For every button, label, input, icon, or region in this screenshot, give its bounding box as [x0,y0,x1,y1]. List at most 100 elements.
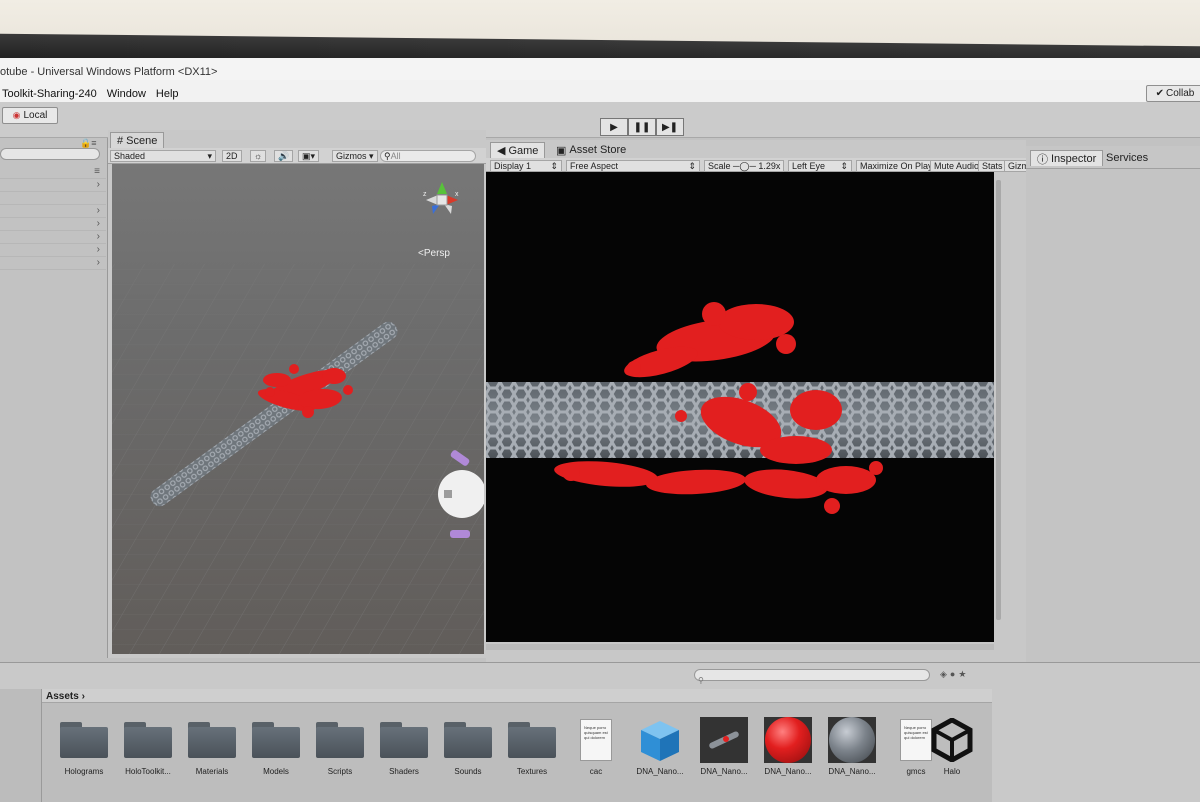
tab-services[interactable]: Services [1100,150,1154,166]
game-vertical-scrollbar[interactable] [996,180,1001,620]
hierarchy-panel: 🔒≡ ≡ › › › › › › [0,138,108,658]
asset-folder-sounds[interactable]: Sounds [436,717,500,776]
asset-folder-shaders[interactable]: Shaders [372,717,436,776]
search-icon: ⚲ [384,151,391,161]
scene-search-placeholder: All [390,151,401,161]
project-folder-tree[interactable] [0,689,42,802]
display-value: Display 1 [494,161,532,171]
grey-material-sphere-icon [829,717,875,763]
asset-material-dna-nano-red[interactable]: DNA_Nano... [756,717,820,776]
asset-label: Holograms [64,767,104,776]
effects-toggle-icon[interactable]: ▣▾ [298,150,320,162]
list-item[interactable]: ≡ [0,166,106,179]
breadcrumb: Assets › [42,689,992,703]
scene-panel: # Scene Shaded ▾ 2D ☼ 🔊 ▣▾ Gizmos ▾ ⚲All [108,130,486,658]
check-icon: ✔ [1155,88,1165,99]
list-item[interactable]: › [0,218,106,231]
audio-toggle-icon[interactable]: 🔊 [274,150,294,162]
asset-label: DNA_Nano... [636,767,684,776]
eye-dropdown[interactable]: Left Eye ⇕ [788,160,852,172]
asset-folder-holograms[interactable]: Holograms [52,717,116,776]
display-dropdown[interactable]: Display 1 ⇕ [490,160,562,172]
list-item[interactable]: › [0,244,106,257]
play-button[interactable]: ▶ [600,118,628,136]
menu-item-window[interactable]: Window [107,88,146,102]
hierarchy-list: ≡ › › › › › › [0,166,106,270]
mute-audio-toggle[interactable]: Mute Audio [930,160,984,172]
list-item[interactable]: › [0,231,106,244]
favorite-icon[interactable]: ★ [958,669,966,680]
local-pivot-button[interactable]: ◉ Local [2,107,58,124]
cube-icon [641,721,679,761]
step-button[interactable]: ▶❚ [656,118,684,136]
chevron-down-icon: ▾ [207,151,212,161]
model-preview-icon [700,717,748,763]
folder-icon [316,722,364,758]
list-item[interactable] [0,192,106,205]
folder-icon [508,722,556,758]
chevron-down-icon: ⇕ [688,161,696,171]
tab-scene-label: Scene [126,134,158,147]
svg-text:x: x [455,191,459,198]
aspect-dropdown[interactable]: Free Aspect ⇕ [566,160,700,172]
eye-value: Left Eye [792,161,826,171]
stats-toggle[interactable]: Stats [978,160,1007,172]
asset-label: Shaders [389,767,419,776]
menu-item-toolkit[interactable]: Toolkit-Sharing-240 [2,88,97,102]
lighting-toggle-icon[interactable]: ☼ [250,150,267,162]
project-search-input[interactable]: ⚲ [694,669,930,685]
list-item[interactable]: › [0,179,106,192]
game-horizontal-scrollbar[interactable] [486,644,994,650]
2d-toggle[interactable]: 2D [222,150,242,162]
tab-game-label: Game [508,144,539,157]
collab-button[interactable]: ✔ Collab [1146,85,1200,102]
asset-folder-materials[interactable]: Materials [180,717,244,776]
scene-viewport[interactable]: z x <Persp [112,164,484,654]
filter-label-icon[interactable]: ● [950,669,955,680]
tab-inspector[interactable]: ⓘ Inspector [1030,150,1104,166]
asset-folder-holotoolkit[interactable]: HoloToolkit... [116,717,180,776]
hierarchy-search-input[interactable] [0,148,100,160]
game-viewport[interactable] [486,172,994,642]
persp-label[interactable]: <Persp [418,248,450,259]
gizmos-dropdown[interactable]: Gizmos ▾ [332,150,378,162]
asset-file-cac[interactable]: Neque porro quisquam est qui dolorem cac [564,717,628,776]
shading-mode-dropdown[interactable]: Shaded ▾ [110,150,216,162]
project-filter-icons: ◈ ● ★ [940,669,966,680]
asset-folder-textures[interactable]: Textures [500,717,564,776]
asset-label: Halo [943,767,961,776]
asset-material-dna-nano-grey[interactable]: DNA_Nano... [820,717,884,776]
list-item[interactable]: › [0,257,106,270]
breadcrumb-assets[interactable]: Assets [46,691,79,702]
asset-folder-models[interactable]: Models [244,717,308,776]
menu-item-help[interactable]: Help [156,88,179,102]
orientation-gizmo-icon: z x [423,182,459,214]
step-icon: ▶❚ [661,121,679,133]
scale-slider-handle[interactable]: ─◯─ [733,161,756,171]
local-icon: ◉ [12,110,21,120]
asset-folder-scripts[interactable]: Scripts [308,717,372,776]
game-controller-icon: ◀ [497,145,506,157]
asset-label: DNA_Nano... [828,767,876,776]
search-icon: ⚲ [698,676,704,685]
collab-label: Collab [1166,88,1195,99]
tab-asset-store[interactable]: ▣ Asset Store [550,142,632,158]
maximize-on-play-toggle[interactable]: Maximize On Play [856,160,937,172]
scale-slider[interactable]: Scale ─◯─ 1.29x [704,160,784,172]
scene-search-input[interactable]: ⚲All [380,150,476,162]
asset-label: HoloToolkit... [125,767,171,776]
list-item[interactable]: › [0,205,106,218]
tab-services-label: Services [1106,152,1149,164]
scene-grid [112,264,484,654]
tab-scene[interactable]: # Scene [110,132,165,148]
asset-scene-halo[interactable]: Halo [920,717,984,776]
filter-type-icon[interactable]: ◈ [940,669,947,680]
play-icon: ▶ [610,121,618,133]
tab-game[interactable]: ◀ Game [490,142,546,158]
stats-label: Stats [982,161,1003,171]
asset-model-dna-nano[interactable]: DNA_Nano... [692,717,756,776]
game-canvas [486,302,994,514]
pause-button[interactable]: ❚❚ [628,118,656,136]
asset-prefab-dna-nano[interactable]: DNA_Nano... [628,717,692,776]
menu-bar: Toolkit-Sharing-240 Window Help [0,80,1200,102]
